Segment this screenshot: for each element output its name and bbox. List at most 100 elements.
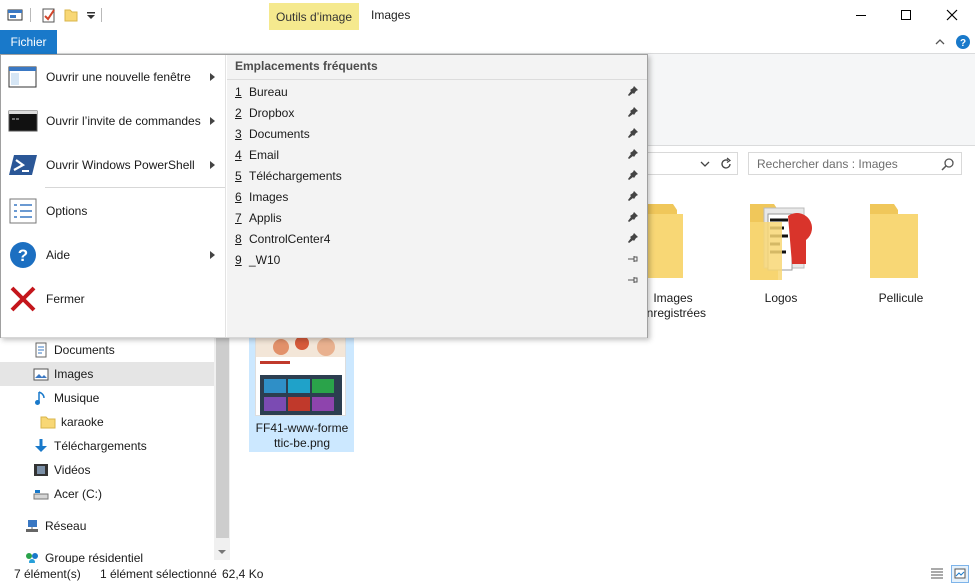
pinned-icon[interactable] [627, 85, 639, 97]
help-icon: ? [8, 241, 38, 269]
navigation-pane: Documents Images Musique karaoke Télécha… [0, 338, 230, 565]
folder-logos[interactable] [748, 200, 812, 282]
menu-divider [45, 187, 225, 188]
frequent-place-number: 8 [235, 232, 242, 246]
item-count: 7 élément(s) [14, 567, 81, 581]
status-bar: 7 élément(s) 1 élément sélectionné 62,4 … [0, 563, 975, 585]
frequent-place-item[interactable]: 7 Applis [227, 208, 647, 229]
pinned-icon[interactable] [627, 211, 639, 223]
explorer-window-icon[interactable] [7, 7, 23, 23]
frequent-place-item[interactable]: 3 Documents [227, 124, 647, 145]
frequent-place-number: 6 [235, 190, 242, 204]
search-input[interactable]: Rechercher dans : Images [748, 152, 962, 175]
pinned-icon[interactable] [627, 148, 639, 160]
selection-size: 62,4 Ko [222, 567, 264, 581]
ribbon-tab-bar [0, 30, 975, 54]
frequent-place-label: _W10 [249, 253, 281, 267]
frequent-place-label: Téléchargements [249, 169, 342, 183]
close-icon [946, 9, 957, 21]
frequent-places-divider [227, 79, 647, 80]
nav-item-downloads[interactable]: Téléchargements [0, 434, 214, 458]
nav-item-videos[interactable]: Vidéos [0, 458, 214, 482]
details-view-icon[interactable] [929, 566, 945, 582]
properties-icon[interactable] [41, 7, 57, 23]
minimize-button[interactable] [838, 0, 883, 30]
submenu-arrow-icon [210, 161, 215, 169]
frequent-place-item[interactable]: 5 Téléchargements [227, 166, 647, 187]
frequent-place-item[interactable]: 8 ControlCenter4 [227, 229, 647, 250]
frequent-place-label: Documents [249, 127, 310, 141]
new-folder-icon[interactable] [63, 7, 79, 23]
folder-icon [40, 414, 56, 430]
file-name: FF41-www-forme ttic-be.png [250, 421, 354, 451]
qat-separator [30, 8, 31, 22]
videos-icon [33, 462, 49, 478]
pictures-icon [33, 366, 49, 382]
file-tab[interactable]: Fichier [0, 30, 57, 54]
customize-qat-icon[interactable] [83, 7, 99, 23]
help-circle-icon[interactable]: ? [955, 34, 971, 50]
command-prompt-icon [8, 107, 38, 135]
image-tools-context-tab[interactable]: Outils d’image [269, 3, 359, 30]
menu-item-new-window[interactable]: Ouvrir une nouvelle fenêtre [1, 55, 225, 99]
options-icon [8, 197, 38, 225]
pinned-icon[interactable] [627, 106, 639, 118]
minimize-icon [855, 15, 866, 16]
nav-item-karaoke[interactable]: karaoke [0, 410, 214, 434]
frequent-place-item[interactable]: 2 Dropbox [227, 103, 647, 124]
folder-saved-pictures[interactable] [643, 200, 683, 280]
frequent-place-number: 2 [235, 106, 242, 120]
menu-item-close[interactable]: Fermer [1, 277, 225, 321]
refresh-icon[interactable] [719, 157, 733, 171]
frequent-places-panel: Emplacements fréquents 1 Bureau 2 Dropbo… [227, 55, 647, 337]
nav-item-images[interactable]: Images [0, 362, 214, 386]
menu-item-label: Ouvrir une nouvelle fenêtre [46, 70, 191, 84]
frequent-place-number: 9 [235, 253, 242, 267]
close-button[interactable] [929, 0, 974, 30]
nav-item-label: Documents [54, 343, 115, 357]
unpinned-icon[interactable] [627, 253, 639, 265]
documents-icon [33, 342, 49, 358]
frequent-place-item[interactable] [227, 271, 647, 292]
frequent-place-item[interactable]: 4 Email [227, 145, 647, 166]
nav-item-network[interactable]: Réseau [0, 514, 214, 538]
folder-icon [870, 204, 918, 278]
maximize-button[interactable] [883, 0, 928, 30]
pinned-icon[interactable] [627, 190, 639, 202]
window-title: Images [371, 8, 411, 22]
menu-item-help[interactable]: ? Aide [1, 233, 225, 277]
selection-count: 1 élément sélectionné [100, 567, 217, 581]
nav-scroll-thumb[interactable] [216, 338, 229, 538]
nav-item-music[interactable]: Musique [0, 386, 214, 410]
nav-item-label: Musique [54, 391, 100, 405]
menu-item-command-prompt[interactable]: Ouvrir l’invite de commandes [1, 99, 225, 143]
address-dropdown-icon[interactable] [699, 158, 711, 170]
nav-item-label: karaoke [61, 415, 104, 429]
search-icon[interactable] [941, 157, 955, 171]
collapse-ribbon-icon[interactable] [934, 36, 946, 48]
nav-item-documents[interactable]: Documents [0, 338, 214, 362]
nav-item-drive-c[interactable]: Acer (C:) [0, 482, 214, 506]
file-menu: Ouvrir une nouvelle fenêtre Ouvrir l’inv… [0, 54, 648, 338]
menu-item-powershell[interactable]: Ouvrir Windows PowerShell [1, 143, 225, 187]
unpinned-icon[interactable] [627, 274, 639, 286]
pinned-icon[interactable] [627, 127, 639, 139]
frequent-place-label: Bureau [249, 85, 288, 99]
frequent-place-item[interactable]: 1 Bureau [227, 82, 647, 103]
pinned-icon[interactable] [627, 232, 639, 244]
frequent-place-number: 1 [235, 85, 242, 99]
file-menu-commands: Ouvrir une nouvelle fenêtre Ouvrir l’inv… [1, 55, 226, 337]
menu-item-options[interactable]: Options [1, 189, 225, 233]
frequent-place-item[interactable]: 6 Images [227, 187, 647, 208]
submenu-arrow-icon [210, 117, 215, 125]
folder-with-preview-icon [750, 204, 812, 280]
folder-camera-roll[interactable] [868, 200, 920, 280]
frequent-place-label: Dropbox [249, 106, 295, 120]
frequent-place-item[interactable]: 9 _W10 [227, 250, 647, 271]
title-bar: Outils d’image Images [0, 0, 975, 30]
nav-item-label: Acer (C:) [54, 487, 102, 501]
pinned-icon[interactable] [627, 169, 639, 181]
submenu-arrow-icon [210, 73, 215, 81]
large-icons-view-icon[interactable] [951, 565, 969, 583]
scroll-down-icon[interactable] [217, 546, 227, 556]
